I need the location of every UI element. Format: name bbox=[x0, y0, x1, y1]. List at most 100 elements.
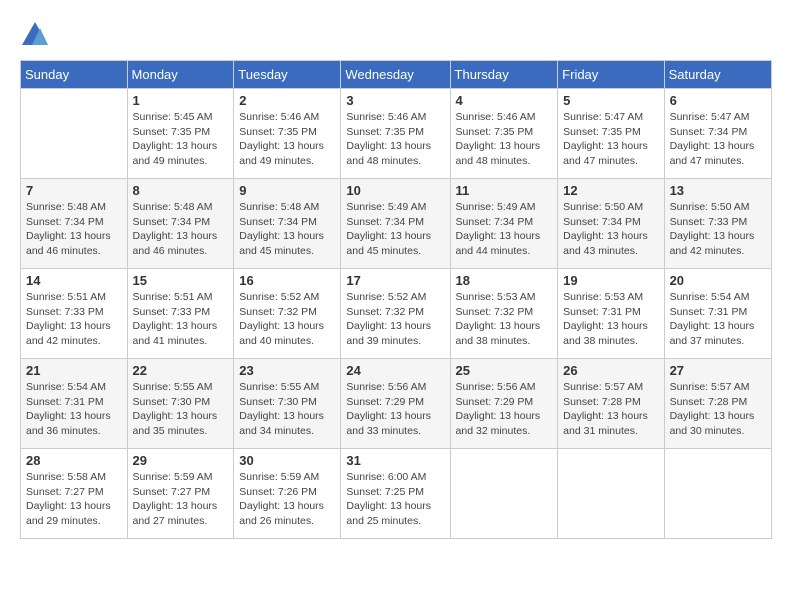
calendar-cell: 4 Sunrise: 5:46 AM Sunset: 7:35 PM Daylig… bbox=[450, 89, 558, 179]
day-info: Sunrise: 5:49 AM Sunset: 7:34 PM Dayligh… bbox=[346, 200, 444, 259]
day-info: Sunrise: 5:51 AM Sunset: 7:33 PM Dayligh… bbox=[26, 290, 122, 349]
day-info: Sunrise: 5:53 AM Sunset: 7:31 PM Dayligh… bbox=[563, 290, 658, 349]
column-header-sunday: Sunday bbox=[21, 61, 128, 89]
day-info: Sunrise: 5:51 AM Sunset: 7:33 PM Dayligh… bbox=[133, 290, 229, 349]
calendar-week-row: 7 Sunrise: 5:48 AM Sunset: 7:34 PM Daylig… bbox=[21, 179, 772, 269]
day-info: Sunrise: 5:52 AM Sunset: 7:32 PM Dayligh… bbox=[346, 290, 444, 349]
day-info: Sunrise: 5:50 AM Sunset: 7:33 PM Dayligh… bbox=[670, 200, 766, 259]
calendar-cell: 6Sunrise: 5:47 AM Sunset: 7:34 PM Daylig… bbox=[664, 89, 771, 179]
calendar-cell: 8Sunrise: 5:48 AM Sunset: 7:34 PM Daylig… bbox=[127, 179, 234, 269]
calendar-cell: 1Sunrise: 5:45 AM Sunset: 7:35 PM Daylig… bbox=[127, 89, 234, 179]
calendar-cell: 14 Sunrise: 5:51 AM Sunset: 7:33 PM Dayli… bbox=[21, 269, 128, 359]
logo-icon bbox=[20, 20, 50, 50]
calendar-table: SundayMondayTuesdayWednesdayThursdayFrid… bbox=[20, 60, 772, 539]
day-info: Sunrise: 5:54 AM Sunset: 7:31 PM Dayligh… bbox=[26, 380, 122, 439]
day-number: 19 bbox=[563, 273, 658, 288]
day-number: 12 bbox=[563, 183, 658, 198]
calendar-cell bbox=[664, 449, 771, 539]
day-number: 27 bbox=[670, 363, 766, 378]
day-info: Sunrise: 5:45 AM Sunset: 7:35 PM Dayligh… bbox=[133, 110, 229, 169]
calendar-cell: 13 Sunrise: 5:50 AM Sunset: 7:33 PM Dayli… bbox=[664, 179, 771, 269]
column-header-wednesday: Wednesday bbox=[341, 61, 450, 89]
calendar-cell: 16 Sunrise: 5:52 AM Sunset: 7:32 PM Dayli… bbox=[234, 269, 341, 359]
calendar-week-row: 14 Sunrise: 5:51 AM Sunset: 7:33 PM Dayli… bbox=[21, 269, 772, 359]
day-info: Sunrise: 5:54 AM Sunset: 7:31 PM Dayligh… bbox=[670, 290, 766, 349]
calendar-cell: 12 Sunrise: 5:50 AM Sunset: 7:34 PM Dayli… bbox=[558, 179, 664, 269]
calendar-cell: 21Sunrise: 5:54 AM Sunset: 7:31 PM Dayli… bbox=[21, 359, 128, 449]
calendar-cell: 29Sunrise: 5:59 AM Sunset: 7:27 PM Dayli… bbox=[127, 449, 234, 539]
day-number: 15 bbox=[133, 273, 229, 288]
day-info: Sunrise: 5:46 AM Sunset: 7:35 PM Dayligh… bbox=[346, 110, 444, 169]
day-info: Sunrise: 5:48 AM Sunset: 7:34 PM Dayligh… bbox=[239, 200, 335, 259]
day-info: Sunrise: 5:55 AM Sunset: 7:30 PM Dayligh… bbox=[133, 380, 229, 439]
day-number: 28 bbox=[26, 453, 122, 468]
day-number: 10 bbox=[346, 183, 444, 198]
day-number: 16 bbox=[239, 273, 335, 288]
day-info: Sunrise: 5:47 AM Sunset: 7:35 PM Dayligh… bbox=[563, 110, 658, 169]
column-header-monday: Monday bbox=[127, 61, 234, 89]
calendar-cell: 18 Sunrise: 5:53 AM Sunset: 7:32 PM Dayli… bbox=[450, 269, 558, 359]
day-number: 18 bbox=[456, 273, 553, 288]
day-number: 4 bbox=[456, 93, 553, 108]
calendar-cell: 28 Sunrise: 5:58 AM Sunset: 7:27 PM Dayli… bbox=[21, 449, 128, 539]
day-info: Sunrise: 5:46 AM Sunset: 7:35 PM Dayligh… bbox=[456, 110, 553, 169]
day-info: Sunrise: 5:50 AM Sunset: 7:34 PM Dayligh… bbox=[563, 200, 658, 259]
calendar-week-row: 28 Sunrise: 5:58 AM Sunset: 7:27 PM Dayli… bbox=[21, 449, 772, 539]
day-number: 7 bbox=[26, 183, 122, 198]
calendar-cell: 10 Sunrise: 5:49 AM Sunset: 7:34 PM Dayli… bbox=[341, 179, 450, 269]
calendar-week-row: 21Sunrise: 5:54 AM Sunset: 7:31 PM Dayli… bbox=[21, 359, 772, 449]
day-info: Sunrise: 5:56 AM Sunset: 7:29 PM Dayligh… bbox=[346, 380, 444, 439]
calendar-cell bbox=[450, 449, 558, 539]
day-number: 3 bbox=[346, 93, 444, 108]
calendar-cell: 19 Sunrise: 5:53 AM Sunset: 7:31 PM Dayli… bbox=[558, 269, 664, 359]
column-header-saturday: Saturday bbox=[664, 61, 771, 89]
day-number: 23 bbox=[239, 363, 335, 378]
calendar-cell: 7 Sunrise: 5:48 AM Sunset: 7:34 PM Daylig… bbox=[21, 179, 128, 269]
day-info: Sunrise: 5:53 AM Sunset: 7:32 PM Dayligh… bbox=[456, 290, 553, 349]
day-number: 6 bbox=[670, 93, 766, 108]
calendar-cell: 11Sunrise: 5:49 AM Sunset: 7:34 PM Dayli… bbox=[450, 179, 558, 269]
calendar-cell: 31 Sunrise: 6:00 AM Sunset: 7:25 PM Dayli… bbox=[341, 449, 450, 539]
calendar-cell: 30Sunrise: 5:59 AM Sunset: 7:26 PM Dayli… bbox=[234, 449, 341, 539]
calendar-cell: 9 Sunrise: 5:48 AM Sunset: 7:34 PM Daylig… bbox=[234, 179, 341, 269]
calendar-cell bbox=[558, 449, 664, 539]
day-info: Sunrise: 5:57 AM Sunset: 7:28 PM Dayligh… bbox=[670, 380, 766, 439]
day-number: 14 bbox=[26, 273, 122, 288]
day-number: 13 bbox=[670, 183, 766, 198]
page-header bbox=[20, 20, 772, 50]
day-number: 25 bbox=[456, 363, 553, 378]
calendar-cell: 17Sunrise: 5:52 AM Sunset: 7:32 PM Dayli… bbox=[341, 269, 450, 359]
calendar-cell: 2 Sunrise: 5:46 AM Sunset: 7:35 PM Daylig… bbox=[234, 89, 341, 179]
day-info: Sunrise: 5:59 AM Sunset: 7:26 PM Dayligh… bbox=[239, 470, 335, 529]
day-info: Sunrise: 5:46 AM Sunset: 7:35 PM Dayligh… bbox=[239, 110, 335, 169]
day-info: Sunrise: 5:59 AM Sunset: 7:27 PM Dayligh… bbox=[133, 470, 229, 529]
day-info: Sunrise: 5:48 AM Sunset: 7:34 PM Dayligh… bbox=[26, 200, 122, 259]
calendar-cell bbox=[21, 89, 128, 179]
calendar-header-row: SundayMondayTuesdayWednesdayThursdayFrid… bbox=[21, 61, 772, 89]
column-header-thursday: Thursday bbox=[450, 61, 558, 89]
column-header-friday: Friday bbox=[558, 61, 664, 89]
calendar-cell: 23 Sunrise: 5:55 AM Sunset: 7:30 PM Dayli… bbox=[234, 359, 341, 449]
calendar-cell: 22Sunrise: 5:55 AM Sunset: 7:30 PM Dayli… bbox=[127, 359, 234, 449]
calendar-cell: 25 Sunrise: 5:56 AM Sunset: 7:29 PM Dayli… bbox=[450, 359, 558, 449]
day-info: Sunrise: 6:00 AM Sunset: 7:25 PM Dayligh… bbox=[346, 470, 444, 529]
day-number: 9 bbox=[239, 183, 335, 198]
day-number: 31 bbox=[346, 453, 444, 468]
day-number: 26 bbox=[563, 363, 658, 378]
calendar-cell: 5 Sunrise: 5:47 AM Sunset: 7:35 PM Daylig… bbox=[558, 89, 664, 179]
calendar-cell: 27 Sunrise: 5:57 AM Sunset: 7:28 PM Dayli… bbox=[664, 359, 771, 449]
day-number: 24 bbox=[346, 363, 444, 378]
day-info: Sunrise: 5:55 AM Sunset: 7:30 PM Dayligh… bbox=[239, 380, 335, 439]
calendar-cell: 24 Sunrise: 5:56 AM Sunset: 7:29 PM Dayli… bbox=[341, 359, 450, 449]
calendar-cell: 3 Sunrise: 5:46 AM Sunset: 7:35 PM Daylig… bbox=[341, 89, 450, 179]
day-number: 2 bbox=[239, 93, 335, 108]
logo bbox=[20, 20, 54, 50]
calendar-cell: 20Sunrise: 5:54 AM Sunset: 7:31 PM Dayli… bbox=[664, 269, 771, 359]
day-info: Sunrise: 5:58 AM Sunset: 7:27 PM Dayligh… bbox=[26, 470, 122, 529]
day-info: Sunrise: 5:48 AM Sunset: 7:34 PM Dayligh… bbox=[133, 200, 229, 259]
day-info: Sunrise: 5:52 AM Sunset: 7:32 PM Dayligh… bbox=[239, 290, 335, 349]
day-info: Sunrise: 5:56 AM Sunset: 7:29 PM Dayligh… bbox=[456, 380, 553, 439]
day-number: 5 bbox=[563, 93, 658, 108]
day-info: Sunrise: 5:49 AM Sunset: 7:34 PM Dayligh… bbox=[456, 200, 553, 259]
calendar-week-row: 1Sunrise: 5:45 AM Sunset: 7:35 PM Daylig… bbox=[21, 89, 772, 179]
